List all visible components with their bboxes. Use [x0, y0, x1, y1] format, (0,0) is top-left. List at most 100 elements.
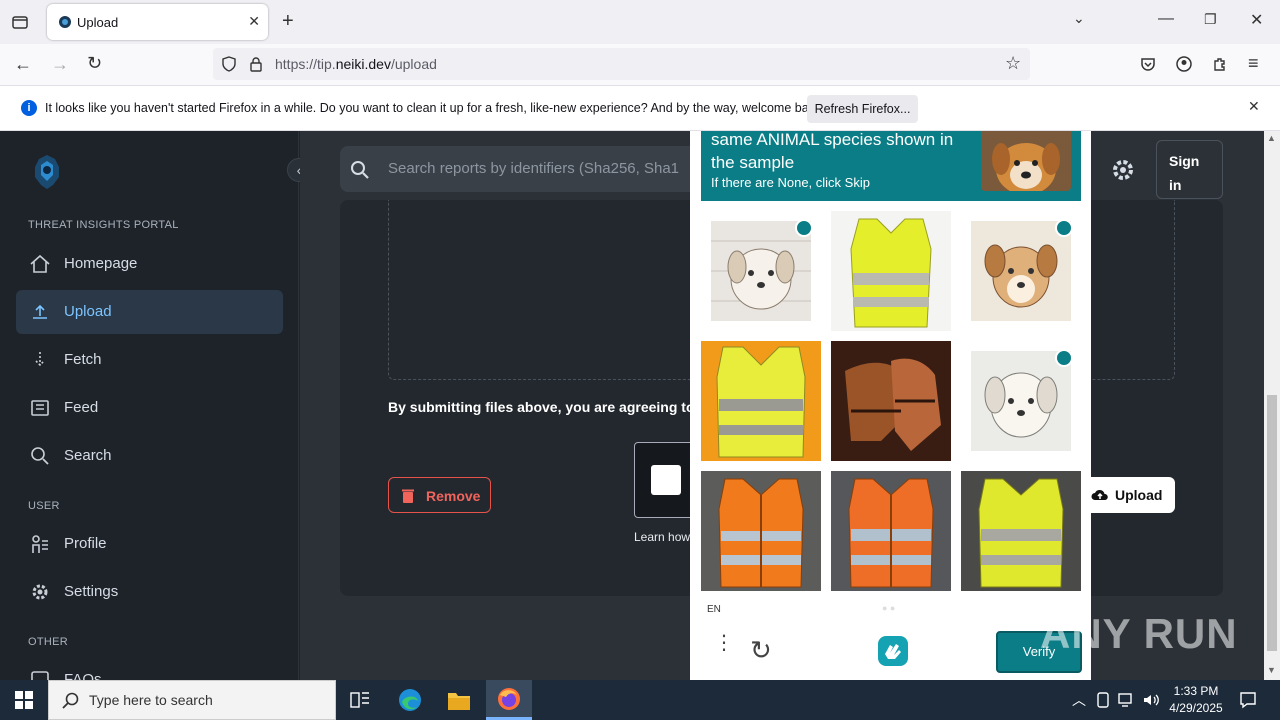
- firefox-icon: [498, 688, 520, 710]
- more-options-icon[interactable]: ⋮: [714, 633, 734, 653]
- captcha-tile-8[interactable]: [831, 471, 951, 591]
- tab-title: Upload: [77, 15, 119, 30]
- selected-check-icon: [1055, 349, 1073, 367]
- close-tab-icon[interactable]: ✕: [248, 13, 260, 30]
- taskbar-clock[interactable]: 1:33 PM 4/29/2025: [1163, 683, 1229, 717]
- learn-how-thumbnail: [651, 465, 681, 495]
- notifications-icon[interactable]: [1239, 691, 1257, 709]
- watermark: ANY RUN: [1040, 610, 1238, 657]
- selected-check-icon: [795, 219, 813, 237]
- learn-how-link[interactable]: Learn how: [634, 530, 690, 544]
- shield-icon[interactable]: [221, 56, 237, 72]
- notification-bar: i It looks like you haven't started Fire…: [0, 86, 1280, 131]
- sidebar-item-fetch[interactable]: Fetch: [16, 338, 283, 382]
- clock-time: 1:33 PM: [1173, 684, 1219, 698]
- lock-icon[interactable]: [249, 56, 263, 72]
- captcha-tile-1[interactable]: [701, 211, 821, 331]
- report-search-input[interactable]: Search reports by identifiers (Sha256, S…: [340, 146, 700, 192]
- reload-icon[interactable]: ↻: [87, 53, 102, 74]
- scroll-thumb[interactable]: [1267, 395, 1277, 651]
- close-notification-icon[interactable]: ✕: [1248, 98, 1260, 115]
- sidebar-item-search[interactable]: Search: [16, 434, 283, 478]
- selected-check-icon: [1055, 219, 1073, 237]
- captcha-prompt-header: same ANIMAL species shown in the sample …: [701, 130, 1081, 201]
- sample-dog-image: [981, 131, 1071, 191]
- show-hidden-icons-icon[interactable]: ︿: [1072, 690, 1086, 710]
- trash-icon: [402, 489, 414, 503]
- captcha-tile-3[interactable]: [961, 211, 1081, 331]
- terms-agreement-text: By submitting files above, you are agree…: [388, 399, 695, 415]
- refresh-firefox-button[interactable]: Refresh Firefox...: [807, 95, 918, 123]
- captcha-tile-4[interactable]: [701, 341, 821, 461]
- sidebar: THREAT INSIGHTS PORTAL Homepage Upload F…: [0, 131, 299, 680]
- fetch-icon: [35, 352, 45, 367]
- captcha-tile-6[interactable]: [961, 341, 1081, 461]
- taskbar-search-placeholder: Type here to search: [89, 692, 213, 708]
- profile-icon: [32, 535, 48, 553]
- clock-date: 4/29/2025: [1169, 701, 1223, 715]
- page-scrollbar[interactable]: ▲ ▼: [1264, 131, 1280, 680]
- feed-icon: [31, 400, 49, 416]
- captcha-tile-5[interactable]: [831, 341, 951, 461]
- menu-icon[interactable]: ≡: [1248, 53, 1259, 74]
- url-text: https://tip.neiki.dev/upload: [275, 56, 437, 72]
- extensions-icon[interactable]: [1212, 56, 1228, 72]
- edge-browser-icon[interactable]: [398, 688, 422, 712]
- captcha-tile-7[interactable]: [701, 471, 821, 591]
- pocket-icon[interactable]: [1140, 56, 1156, 72]
- back-icon[interactable]: ←: [14, 54, 32, 75]
- scroll-up-icon[interactable]: ▲: [1267, 133, 1276, 143]
- upload-label: Upload: [1115, 487, 1163, 503]
- windows-start-icon[interactable]: [15, 691, 33, 709]
- close-window-icon[interactable]: ✕: [1250, 10, 1263, 30]
- bookmark-star-icon[interactable]: ☆: [1005, 53, 1021, 74]
- captcha-prompt-subtext: If there are None, click Skip: [711, 175, 870, 190]
- search-placeholder: Search reports by identifiers (Sha256, S…: [388, 160, 679, 177]
- tab-list-icon[interactable]: [11, 13, 29, 31]
- file-explorer-icon[interactable]: [447, 689, 471, 711]
- scroll-down-icon[interactable]: ▼: [1267, 665, 1276, 675]
- device-icon[interactable]: [1096, 692, 1110, 708]
- captcha-tile-9[interactable]: [961, 471, 1081, 591]
- volume-icon[interactable]: [1142, 692, 1160, 708]
- search-icon: [31, 447, 49, 465]
- network-icon[interactable]: [1118, 692, 1136, 708]
- sidebar-item-settings[interactable]: Settings: [16, 570, 283, 614]
- forward-icon[interactable]: →: [51, 54, 69, 75]
- gear-icon: [32, 584, 48, 600]
- logo-icon[interactable]: [28, 153, 66, 191]
- sign-in-button[interactable]: Sign in: [1156, 140, 1223, 199]
- minimize-icon[interactable]: —: [1158, 10, 1174, 28]
- settings-gear-icon[interactable]: [1110, 157, 1136, 183]
- browser-tab[interactable]: Upload ✕: [47, 4, 268, 40]
- sidebar-item-label: Homepage: [64, 255, 138, 272]
- captcha-language[interactable]: EN: [707, 604, 721, 615]
- boots-image: [831, 341, 951, 461]
- url-bar[interactable]: https://tip.neiki.dev/upload ☆: [213, 48, 1030, 80]
- restore-icon[interactable]: ❐: [1204, 11, 1217, 28]
- search-icon: [62, 692, 79, 709]
- new-tab-icon[interactable]: +: [282, 10, 294, 33]
- upload-button[interactable]: Upload: [1085, 477, 1175, 513]
- sidebar-item-faqs[interactable]: FAQs: [16, 658, 283, 680]
- section-label-portal: THREAT INSIGHTS PORTAL: [28, 219, 179, 231]
- list-all-tabs-icon[interactable]: ⌄: [1073, 10, 1085, 27]
- refresh-challenge-icon[interactable]: ↻: [750, 635, 772, 666]
- sidebar-item-label: Profile: [64, 535, 107, 552]
- captcha-challenge: same ANIMAL species shown in the sample …: [690, 130, 1091, 680]
- sidebar-item-homepage[interactable]: Homepage: [16, 242, 283, 286]
- task-view-icon[interactable]: [350, 691, 370, 709]
- sidebar-item-feed[interactable]: Feed: [16, 386, 283, 430]
- sidebar-item-profile[interactable]: Profile: [16, 522, 283, 566]
- taskbar-search-box[interactable]: Type here to search: [48, 680, 336, 720]
- captcha-tile-2[interactable]: [831, 211, 951, 331]
- info-icon: i: [21, 100, 37, 116]
- remove-button[interactable]: Remove: [388, 477, 491, 513]
- sidebar-item-upload[interactable]: Upload: [16, 290, 283, 334]
- learn-how-card[interactable]: [634, 442, 694, 518]
- sidebar-item-label: Feed: [64, 399, 99, 416]
- captcha-prompt: same ANIMAL species shown in the sample: [711, 130, 954, 172]
- account-icon[interactable]: [1176, 56, 1192, 72]
- firefox-taskbar-button[interactable]: [486, 680, 532, 720]
- remove-label: Remove: [426, 488, 481, 504]
